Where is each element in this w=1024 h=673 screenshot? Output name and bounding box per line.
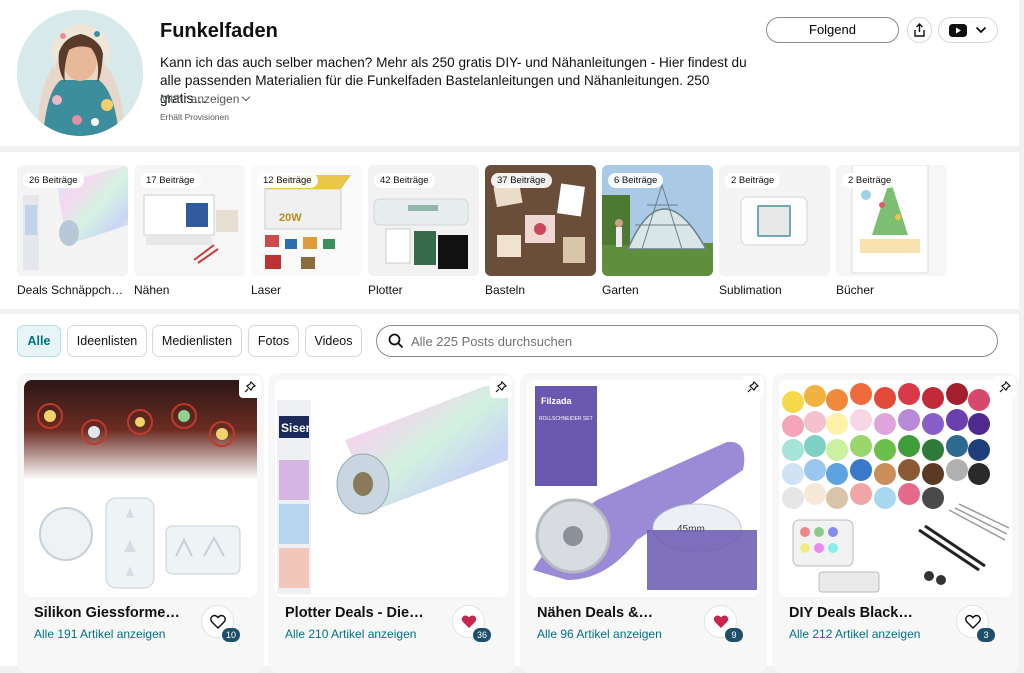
pin-icon [999, 381, 1011, 393]
like-count-badge: 3 [977, 628, 995, 642]
category-label: Bücher [836, 283, 875, 297]
like-count-badge: 9 [725, 628, 743, 642]
category-deals[interactable]: 26 Beiträge Deals Schnäppche… [17, 165, 128, 297]
category-count-badge: 2 Beiträge [842, 173, 898, 188]
category-label: Plotter [368, 283, 403, 297]
category-thumbnail: 2 Beiträge [719, 165, 830, 276]
category-thumbnail: 6 Beiträge [602, 165, 713, 276]
page-scrollbar[interactable] [1019, 0, 1024, 666]
category-count-badge: 37 Beiträge [491, 173, 552, 188]
rotary-box-title: ROLLSCHNEIDER SET [539, 416, 593, 422]
rotary-brand-text: Filzada [541, 396, 573, 406]
search-icon [388, 333, 404, 349]
pin-icon [747, 381, 759, 393]
pin-icon [244, 381, 256, 393]
card-image [24, 380, 257, 597]
idea-list-card[interactable]: Siser Plotter Deals - Die… Alle 210 Arti… [268, 373, 515, 673]
category-sublimation[interactable]: 2 Beiträge Sublimation [719, 165, 830, 297]
card-image: Filzada ROLLSCHNEIDER SET 45mm [527, 380, 760, 597]
category-count-badge: 42 Beiträge [374, 173, 435, 188]
category-count-badge: 17 Beiträge [140, 173, 201, 188]
pin-button[interactable] [490, 376, 512, 398]
category-count-badge: 26 Beiträge [23, 173, 84, 188]
follow-button[interactable]: Folgend [766, 17, 899, 43]
tab-medienlisten[interactable]: Medienlisten [152, 325, 242, 357]
search-input[interactable]: Alle 225 Posts durchsuchen [376, 325, 998, 357]
category-plotter[interactable]: 42 Beiträge Plotter [368, 165, 479, 297]
view-all-link[interactable]: Alle 96 Artikel anzeigen [537, 627, 662, 641]
idea-list-card[interactable]: DIY Deals Black… Alle 212 Artikel anzeig… [772, 373, 1019, 673]
category-count-badge: 6 Beiträge [608, 173, 664, 188]
tab-ideenlisten[interactable]: Ideenlisten [67, 325, 147, 357]
like-count-badge: 36 [473, 628, 491, 642]
pin-icon [495, 381, 507, 393]
youtube-icon [949, 23, 967, 37]
search-placeholder: Alle 225 Posts durchsuchen [411, 334, 573, 349]
avatar [17, 10, 143, 136]
tab-fotos[interactable]: Fotos [248, 325, 299, 357]
heart-outline-icon [209, 614, 226, 629]
category-count-badge: 12 Beiträge [257, 173, 318, 188]
tab-videos[interactable]: Videos [305, 325, 362, 357]
view-all-link[interactable]: Alle 191 Artikel anzeigen [34, 627, 165, 641]
category-label: Basteln [485, 283, 526, 297]
category-thumbnail: 2 Beiträge [836, 165, 947, 276]
card-title[interactable]: Silikon Giessforme… [34, 605, 192, 621]
category-label: Deals Schnäppche… [17, 283, 128, 297]
category-thumbnail: 17 Beiträge [134, 165, 245, 276]
category-count-badge: 2 Beiträge [725, 173, 781, 188]
category-laser[interactable]: 20W 12 Beiträge Laser [251, 165, 362, 297]
commission-note: Erhält Provisionen [160, 112, 229, 122]
category-label: Garten [602, 283, 639, 297]
card-image [779, 380, 1012, 597]
share-icon [914, 23, 925, 37]
tab-alle[interactable]: Alle [17, 325, 61, 357]
show-more-link[interactable]: Mehr anzeigen [160, 92, 251, 106]
category-thumbnail: 42 Beiträge [368, 165, 479, 276]
view-all-link[interactable]: Alle 212 Artikel anzeigen [789, 627, 920, 641]
category-label: Sublimation [719, 283, 782, 297]
heart-filled-icon [461, 615, 476, 628]
show-more-label: Mehr anzeigen [160, 92, 240, 106]
category-thumbnail: 20W 12 Beiträge [251, 165, 362, 276]
pin-button[interactable] [994, 376, 1016, 398]
heart-outline-icon [964, 614, 981, 629]
profile-header: Funkelfaden Kann ich das auch selber mac… [0, 0, 1019, 146]
category-garten[interactable]: 6 Beiträge Garten [602, 165, 713, 297]
pin-button[interactable] [239, 376, 261, 398]
heart-filled-icon [713, 615, 728, 628]
card-image: Siser [275, 380, 508, 597]
plotter-brand-text: Siser [281, 421, 311, 435]
category-label: Nähen [134, 283, 170, 297]
category-basteln[interactable]: 37 Beiträge Basteln [485, 165, 596, 297]
chevron-down-icon [975, 26, 987, 34]
category-thumbnail: 26 Beiträge [17, 165, 128, 276]
card-title[interactable]: Plotter Deals - Die… [285, 605, 443, 621]
category-strip: 26 Beiträge Deals Schnäppche… 17 Beiträg… [0, 152, 1019, 309]
idea-list-card[interactable]: Filzada ROLLSCHNEIDER SET 45mm Nähen Dea… [520, 373, 767, 673]
category-label: Laser [251, 283, 282, 297]
profile-name: Funkelfaden [160, 20, 278, 42]
idea-list-card[interactable]: Silikon Giessforme… Alle 191 Artikel anz… [17, 373, 264, 673]
social-link-dropdown[interactable] [938, 17, 998, 43]
pin-button[interactable] [742, 376, 764, 398]
category-thumbnail: 37 Beiträge [485, 165, 596, 276]
card-title[interactable]: Nähen Deals &… [537, 605, 695, 621]
category-naehen[interactable]: 17 Beiträge Nähen [134, 165, 245, 297]
like-count-badge: 10 [222, 628, 240, 642]
share-button[interactable] [907, 17, 932, 43]
card-title[interactable]: DIY Deals Black… [789, 605, 947, 621]
view-all-link[interactable]: Alle 210 Artikel anzeigen [285, 627, 416, 641]
category-buecher[interactable]: 2 Beiträge Bücher [836, 165, 947, 297]
laser-power-text: 20W [279, 212, 302, 224]
chevron-down-icon [242, 92, 251, 102]
